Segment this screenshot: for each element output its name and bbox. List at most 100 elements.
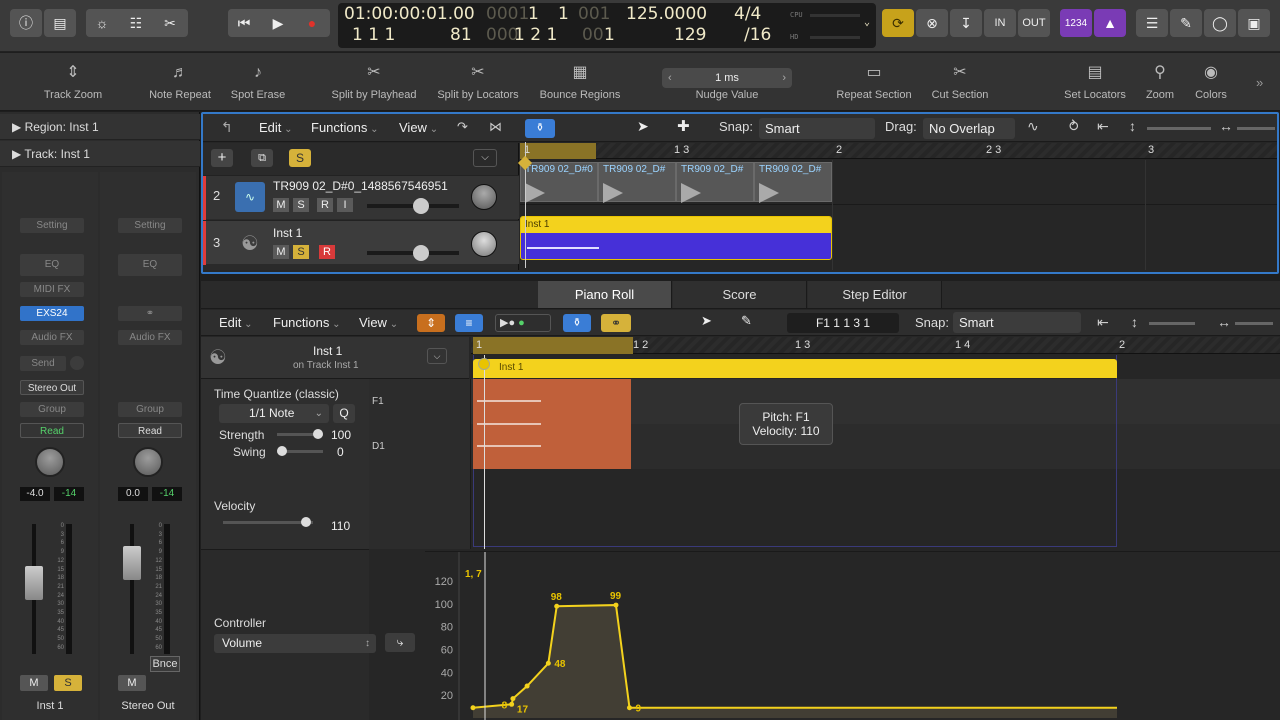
pointer-tool-icon[interactable]: ➤ xyxy=(637,118,649,135)
track-name[interactable]: Inst 1 xyxy=(273,226,302,240)
zoom-tool[interactable]: ⚲ Zoom xyxy=(1140,53,1180,111)
setting-button[interactable]: Setting xyxy=(20,218,84,233)
instrument-slot[interactable]: EXS24 xyxy=(20,306,84,321)
playhead[interactable] xyxy=(484,355,485,549)
catch-icon[interactable]: ↷ xyxy=(457,119,468,135)
rewind-icon[interactable]: ⏮ xyxy=(228,9,260,37)
audio-region[interactable]: TR909 02_D# xyxy=(676,162,754,203)
peak-readout[interactable]: -14 xyxy=(152,487,182,501)
send-knob[interactable] xyxy=(70,356,84,370)
volume-readout[interactable]: 0.0 xyxy=(118,487,148,501)
track-name[interactable]: TR909 02_D#0_1488567546951 xyxy=(273,179,448,193)
flex-mode-icon[interactable]: ⚱ xyxy=(525,119,555,138)
eq-button[interactable]: EQ xyxy=(20,254,84,276)
strength-slider-thumb[interactable] xyxy=(313,429,323,439)
set-locators-tool[interactable]: ▤ Set Locators xyxy=(1060,53,1130,111)
edit-menu[interactable]: Edit xyxy=(219,313,253,333)
audio-fx-slot[interactable]: Audio FX xyxy=(118,330,182,345)
automation-point[interactable] xyxy=(613,602,619,608)
chevron-down-icon[interactable]: ⌄ xyxy=(864,17,870,28)
tab-step-editor[interactable]: Step Editor xyxy=(808,281,942,308)
in-button[interactable]: IN xyxy=(984,9,1016,37)
automation-lane[interactable]: 120 100 80 60 40 20 1, 7 8 17 48 98 99 9 xyxy=(425,551,1280,720)
collapse-icon[interactable]: ⌵ xyxy=(427,348,447,364)
pencil-tool-icon[interactable]: ✚ xyxy=(677,117,690,135)
piano-roll-grid[interactable]: Inst 1 Pitch: F1 Velocity: 110 xyxy=(471,355,1280,549)
vertical-zoom-slider[interactable] xyxy=(1149,322,1195,325)
pan-knob[interactable] xyxy=(471,184,497,210)
lcd-display[interactable]: 01:00:00:01.00 0001 1 1 001 1 1 1 81 000… xyxy=(338,3,876,48)
midi-note-d1[interactable] xyxy=(477,445,541,447)
midi-note-f1[interactable] xyxy=(477,400,541,402)
pan-knob[interactable] xyxy=(35,447,65,477)
pencil-tool-icon[interactable]: ✎ xyxy=(741,313,752,329)
view-menu[interactable]: View xyxy=(359,313,398,333)
audio-fx-slot[interactable]: Audio FX xyxy=(20,330,84,345)
audio-region[interactable]: TR909 02_D#0 xyxy=(520,162,598,203)
cut-section-tool[interactable]: ✂ Cut Section xyxy=(928,53,992,111)
timeline-ruler[interactable]: 1 1 3 2 2 3 3 xyxy=(520,143,1277,159)
fit-horizontal-icon[interactable]: ⇤ xyxy=(1097,118,1109,135)
mute-button[interactable]: M xyxy=(118,675,146,691)
solo-button[interactable]: S xyxy=(293,198,309,212)
browsers-icon[interactable]: ▣ xyxy=(1238,9,1270,37)
audio-region[interactable]: TR909 02_D# xyxy=(598,162,676,203)
duplicate-track-icon[interactable]: ⧉ xyxy=(251,149,273,167)
automation-point[interactable] xyxy=(509,701,515,707)
view-menu[interactable]: View xyxy=(399,118,438,138)
horizontal-zoom-slider[interactable] xyxy=(1237,127,1275,130)
link-icon[interactable]: ⚭ xyxy=(118,306,182,321)
automation-mode[interactable]: Read xyxy=(20,423,84,438)
link-icon[interactable]: ⚭ xyxy=(601,314,631,332)
list-editors-icon[interactable]: ☰ xyxy=(1136,9,1168,37)
play-icon[interactable]: ▶ xyxy=(262,9,294,37)
volume-fader[interactable] xyxy=(123,546,141,580)
punch-icon[interactable]: ↧ xyxy=(950,9,982,37)
swing-slider-thumb[interactable] xyxy=(277,446,287,456)
midi-region[interactable]: Inst 1 xyxy=(520,216,832,260)
group-slot[interactable]: Group xyxy=(20,402,84,417)
more-icon[interactable]: » xyxy=(1256,75,1263,90)
cycle-region[interactable] xyxy=(520,143,596,159)
metronome-icon[interactable]: ▲ xyxy=(1094,9,1126,37)
automation-mode[interactable]: Read xyxy=(118,423,182,438)
automation-point[interactable] xyxy=(626,705,632,711)
notepad-icon[interactable]: ✎ xyxy=(1170,9,1202,37)
snap-select[interactable]: Smart xyxy=(759,118,875,139)
solo-button[interactable]: S xyxy=(293,245,309,259)
flex-icon[interactable]: ⋈ xyxy=(489,119,502,135)
bounce-regions-tool[interactable]: ▦ Bounce Regions xyxy=(538,53,622,111)
record-icon[interactable]: ● xyxy=(296,9,328,37)
midi-fx-slot[interactable]: MIDI FX xyxy=(20,282,84,297)
region-inspector-header[interactable]: ▶ Region: Inst 1 xyxy=(0,114,200,140)
note-repeat-tool[interactable]: ♬ Note Repeat xyxy=(146,53,214,111)
automation-point[interactable] xyxy=(510,696,516,702)
volume-fader-track[interactable] xyxy=(130,524,134,654)
waveform-zoom-icon[interactable]: ∿ xyxy=(1027,118,1039,135)
library-icon[interactable]: ⓘ xyxy=(10,9,42,37)
send-slot[interactable]: Send xyxy=(20,356,66,371)
record-enable-button[interactable]: R xyxy=(317,198,333,212)
velocity-slider[interactable] xyxy=(223,521,313,524)
collapse-mode-icon[interactable]: ⇕ xyxy=(417,314,445,332)
spot-erase-tool[interactable]: ♪ Spot Erase xyxy=(228,53,288,111)
tab-piano-roll[interactable]: Piano Roll xyxy=(538,281,672,308)
replace-icon[interactable]: ⊗ xyxy=(916,9,948,37)
input-monitor-button[interactable]: I xyxy=(337,198,353,212)
horizontal-zoom-icon[interactable]: ↔ xyxy=(1217,314,1231,330)
chevron-left-icon[interactable]: ‹ xyxy=(668,68,672,88)
fit-vertical-icon[interactable]: ⥁ xyxy=(1069,118,1079,135)
output-slot[interactable]: Stereo Out xyxy=(20,380,84,395)
volume-readout[interactable]: -4.0 xyxy=(20,487,50,501)
controller-select[interactable]: Volume ↕ xyxy=(214,634,376,653)
functions-menu[interactable]: Functions xyxy=(311,118,379,138)
solo-button[interactable]: S xyxy=(54,675,82,691)
quantize-button[interactable]: Q xyxy=(333,404,355,423)
split-by-playhead-tool[interactable]: ✂ Split by Playhead xyxy=(330,53,418,111)
global-solo-button[interactable]: S xyxy=(289,149,311,167)
volume-slider-thumb[interactable] xyxy=(413,245,429,261)
editor-ruler[interactable]: 1 1 2 1 3 1 4 2 xyxy=(471,337,1280,354)
playhead-handle[interactable] xyxy=(478,358,490,370)
disclosure-triangle-icon[interactable]: ▶ xyxy=(12,147,21,161)
drag-select[interactable]: No Overlap xyxy=(923,118,1015,139)
